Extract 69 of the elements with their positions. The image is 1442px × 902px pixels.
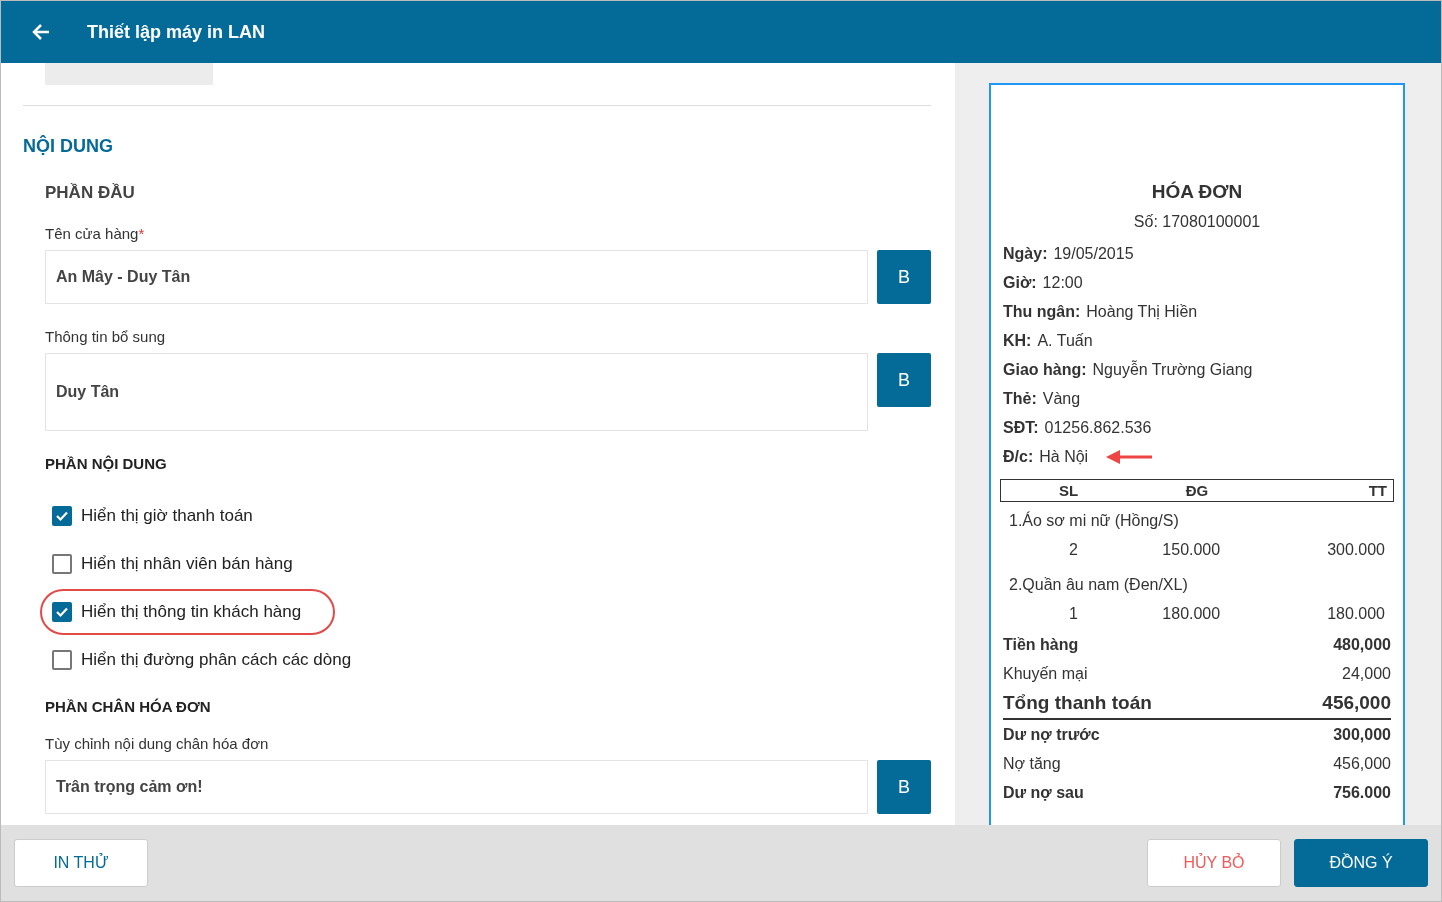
subsection-title: PHẦN NỘI DUNG (45, 455, 168, 472)
text-field[interactable]: Trân trọng cảm ơn! (45, 760, 868, 814)
info-label: Ngày: (1003, 244, 1048, 263)
option-label: Hiển thị nhân viên bán hàng (81, 554, 293, 574)
page-title: Thiết lập máy in LAN (87, 21, 266, 43)
info-value: Hà Nội (1039, 447, 1089, 466)
quantity-cell-text: 2 (1068, 541, 1079, 559)
checkmark-icon (55, 605, 69, 619)
field-label: Tên cửa hàng* (45, 225, 146, 242)
option-label: Hiển thị giờ thanh toán (81, 506, 253, 526)
option-label: Hiển thị thông tin khách hàng (81, 602, 302, 622)
text-field[interactable]: An Mây - Duy Tân (45, 250, 868, 304)
item-name: 2.Quần âu nam (Đen/XL) (1008, 575, 1189, 595)
info-value: A. Tuấn (1037, 331, 1093, 350)
total-cell-text: 300.000 (1326, 541, 1386, 559)
total-value: 456,000 (1333, 754, 1391, 773)
highlighted-option[interactable]: Hiển thị thông tin khách hàng (40, 589, 335, 635)
info-value: Nguyễn Trường Giang (1092, 360, 1253, 379)
field-label: Tùy chỉnh nội dung chân hóa đơn (45, 735, 270, 752)
table-header: SL ĐG TT (1000, 479, 1394, 502)
quantity-cell-text: 1 (1068, 605, 1079, 623)
option-row[interactable]: Hiển thị giờ thanh toán (45, 492, 931, 540)
text-field[interactable]: Duy Tân (45, 353, 868, 431)
info-label: SĐT: (1003, 418, 1039, 437)
section-title: NỘI DUNG (23, 136, 114, 157)
test-print-button[interactable]: IN THỬ (14, 839, 148, 887)
total-cell-text: 180.000 (1326, 605, 1386, 623)
checkbox[interactable] (52, 506, 72, 526)
total-value: 480,000 (1333, 635, 1391, 654)
bold-button[interactable]: B (877, 760, 931, 814)
total-label: Tiền hàng (1003, 635, 1079, 654)
info-label: Giờ: (1003, 273, 1037, 292)
confirm-button[interactable]: ĐỒNG Ý (1294, 839, 1428, 887)
receipt-number: Số: 17080100001 (1132, 213, 1262, 231)
info-value: Vàng (1042, 389, 1081, 408)
info-value: Hoàng Thị Hiền (1086, 302, 1198, 321)
bold-button[interactable]: B (877, 250, 931, 304)
bold-button[interactable]: B (877, 353, 931, 407)
total-value: 456,000 (1322, 692, 1391, 714)
info-value: 01256.862.536 (1044, 418, 1152, 437)
info-value: 12:00 (1042, 273, 1083, 292)
checkbox[interactable] (52, 554, 72, 574)
total-label: Khuyến mại (1003, 664, 1088, 683)
info-label: Đ/c: (1003, 447, 1034, 466)
total-label: Tổng thanh toán (1003, 692, 1152, 714)
info-label: Thu ngân: (1003, 302, 1081, 321)
price-cell-text: 150.000 (1161, 541, 1222, 559)
total-value: 756.000 (1333, 783, 1391, 802)
option-label: Hiển thị đường phân cách các dòng (81, 650, 352, 670)
total-value: 24,000 (1342, 664, 1391, 683)
info-label: Giao hàng: (1003, 360, 1087, 379)
field-label: Thông tin bổ sung (45, 328, 167, 345)
subsection-title: PHẦN CHÂN HÓA ĐƠN (45, 698, 212, 715)
item-name: 1.Áo sơ mi nữ (Hồng/S) (1008, 510, 1180, 531)
price-cell-text: 180.000 (1161, 605, 1222, 623)
total-label: Dư nợ sau (1003, 783, 1084, 802)
info-label: Thẻ: (1003, 389, 1037, 408)
receipt-title: HÓA ĐƠN (1150, 181, 1244, 203)
subsection-title: PHẦN ĐẦU (45, 183, 136, 203)
info-value: 19/05/2015 (1053, 244, 1134, 263)
total-value: 300,000 (1333, 725, 1391, 744)
checkbox[interactable] (52, 602, 72, 622)
checkbox[interactable] (52, 650, 72, 670)
checkmark-icon (55, 509, 69, 523)
option-row[interactable]: Hiển thị nhân viên bán hàng (45, 540, 931, 588)
info-label: KH: (1003, 331, 1032, 350)
total-label: Dư nợ trước (1003, 725, 1100, 744)
total-label: Nợ tăng (1003, 754, 1061, 773)
option-row[interactable]: Hiển thị đường phân cách các dòng (45, 636, 931, 684)
